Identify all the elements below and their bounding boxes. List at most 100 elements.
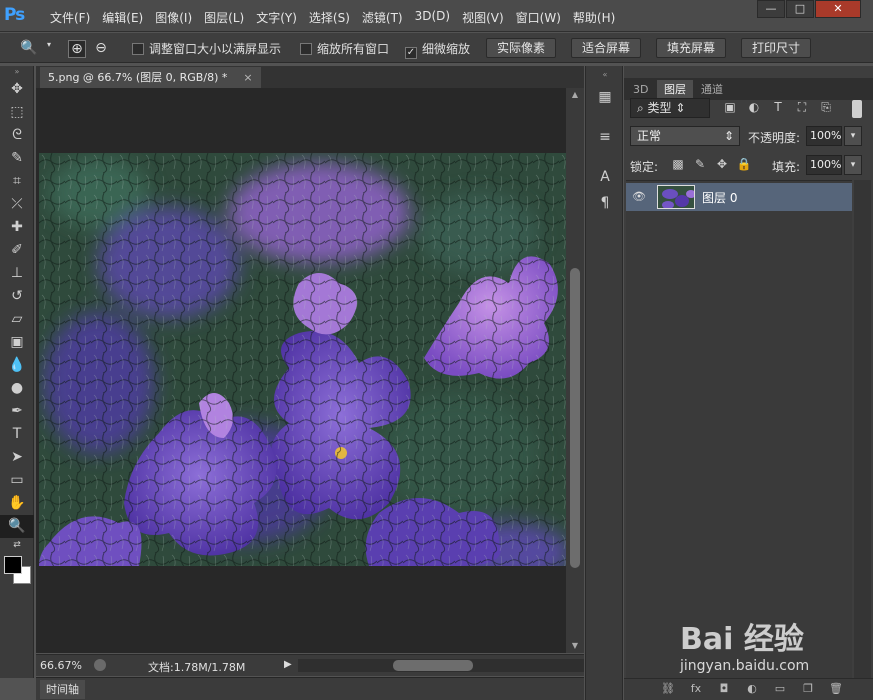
crop-tool-icon[interactable]: ⌗ <box>0 170 34 193</box>
dock-collapse-icon[interactable]: « <box>586 66 624 84</box>
menu-view[interactable]: 视图(V) <box>456 9 510 26</box>
lock-image-icon[interactable]: ✎ <box>692 157 708 173</box>
horizontal-scrollbar[interactable] <box>298 659 584 672</box>
timeline-tab[interactable]: 时间轴 <box>40 680 85 699</box>
shape-tool-icon[interactable]: ▭ <box>0 469 34 492</box>
filter-adjustment-icon[interactable]: ◐ <box>746 100 762 116</box>
menu-3d[interactable]: 3D(D) <box>409 9 456 26</box>
menu-window[interactable]: 窗口(W) <box>510 9 567 26</box>
pen-tool-icon[interactable]: ✒ <box>0 400 34 423</box>
clone-stamp-tool-icon[interactable]: ⊥ <box>0 262 34 285</box>
status-menu-icon[interactable] <box>94 659 106 671</box>
zoom-all-option[interactable]: 缩放所有窗口 <box>300 40 389 57</box>
zoom-level[interactable]: 66.67% <box>40 659 82 672</box>
visibility-eye-icon[interactable]: 👁 <box>632 190 646 204</box>
actual-pixels-button[interactable]: 实际像素 <box>486 38 557 58</box>
document-image[interactable] <box>39 153 567 566</box>
properties-panel-icon[interactable]: ≡ <box>586 124 624 150</box>
menu-file[interactable]: 文件(F) <box>44 9 96 26</box>
zoom-tool-active-icon[interactable]: 🔍 <box>0 515 34 538</box>
tool-preset-chevron-icon[interactable]: ▾ <box>40 40 58 58</box>
resize-windows-checkbox[interactable] <box>132 43 144 55</box>
eraser-tool-icon[interactable]: ▱ <box>0 308 34 331</box>
zoom-in-icon[interactable]: ⊕ <box>68 40 86 58</box>
paragraph-panel-icon[interactable]: ¶ <box>586 190 624 216</box>
opacity-input[interactable]: 100% <box>806 126 842 146</box>
layer-kind-label: 类型 <box>647 101 672 115</box>
layer-name[interactable]: 图层 0 <box>702 189 737 206</box>
vertical-scroll-thumb[interactable] <box>570 268 580 568</box>
filter-smart-object-icon[interactable]: ⎘ <box>818 100 834 116</box>
menu-filter[interactable]: 滤镜(T) <box>356 9 409 26</box>
hand-tool-icon[interactable]: ✋ <box>0 492 34 515</box>
menu-select[interactable]: 选择(S) <box>303 9 356 26</box>
resize-windows-option[interactable]: 调整窗口大小以满屏显示 <box>132 40 281 57</box>
fill-input[interactable]: 100% <box>806 155 842 175</box>
lasso-tool-icon[interactable]: ᘓ <box>0 124 34 147</box>
menu-layer[interactable]: 图层(L) <box>198 9 250 26</box>
horizontal-scroll-thumb[interactable] <box>393 660 473 671</box>
panel-tabs: 3D 图层 通道 <box>624 78 873 100</box>
swap-colors-icon[interactable]: ⇄ <box>0 538 34 552</box>
filter-shape-icon[interactable]: ⛶ <box>794 100 810 116</box>
blur-tool-icon[interactable]: 💧 <box>0 354 34 377</box>
maximize-button[interactable]: □ <box>786 0 814 18</box>
history-panel-icon[interactable]: ▦ <box>586 84 624 110</box>
scrubby-zoom-checkbox[interactable]: ✓ <box>405 47 417 59</box>
menu-edit[interactable]: 编辑(E) <box>96 9 149 26</box>
fill-label: 填充: <box>772 160 801 174</box>
zoom-tool-icon[interactable]: 🔍 <box>20 40 38 58</box>
menu-help[interactable]: 帮助(H) <box>567 9 621 26</box>
marquee-tool-icon[interactable]: ⬚ <box>0 101 34 124</box>
tab-3d[interactable]: 3D <box>626 80 655 100</box>
lock-label: 锁定: <box>630 160 659 174</box>
move-tool-icon[interactable]: ✥ <box>0 78 34 101</box>
zoom-all-checkbox[interactable] <box>300 43 312 55</box>
watermark-url: jingyan.baidu.com <box>680 658 810 674</box>
lock-position-icon[interactable]: ✥ <box>714 157 730 173</box>
filter-type-icon[interactable]: T <box>770 100 786 116</box>
scroll-down-icon[interactable]: ▼ <box>570 641 580 650</box>
type-tool-icon[interactable]: T <box>0 423 34 446</box>
menu-type[interactable]: 文字(Y) <box>250 9 303 26</box>
eyedropper-tool-icon[interactable]: ⤫ <box>0 193 34 216</box>
quick-select-tool-icon[interactable]: ✎ <box>0 147 34 170</box>
dodge-tool-icon[interactable]: ● <box>0 377 34 400</box>
close-button[interactable]: ✕ <box>815 0 861 18</box>
character-panel-icon[interactable]: A <box>586 164 624 190</box>
tab-layers[interactable]: 图层 <box>657 80 693 100</box>
filter-toggle-icon[interactable] <box>852 100 862 118</box>
history-brush-tool-icon[interactable]: ↺ <box>0 285 34 308</box>
scroll-up-icon[interactable]: ▲ <box>570 90 580 99</box>
filter-pixel-icon[interactable]: ▣ <box>722 100 738 116</box>
lock-transparent-icon[interactable]: ▩ <box>670 157 686 173</box>
path-selection-tool-icon[interactable]: ➤ <box>0 446 34 469</box>
layer-filter-row: ⌕ 类型 ⇕ ▣ ◐ T ⛶ ⎘ <box>630 98 868 120</box>
link-layers-icon[interactable]: ⛓ <box>660 682 676 698</box>
toolbar-collapse-icon[interactable]: » <box>0 66 34 78</box>
vertical-scrollbar[interactable]: ▲ ▼ <box>566 88 584 653</box>
zoom-out-icon[interactable]: ⊖ <box>92 40 110 58</box>
brush-tool-icon[interactable]: ✐ <box>0 239 34 262</box>
healing-brush-tool-icon[interactable]: ✚ <box>0 216 34 239</box>
blend-mode-select[interactable]: 正常 ⇕ <box>630 126 740 146</box>
print-size-button[interactable]: 打印尺寸 <box>741 38 812 58</box>
menu-image[interactable]: 图像(I) <box>149 9 198 26</box>
layer-row[interactable]: 👁 图层 0 <box>626 183 852 211</box>
lock-all-icon[interactable]: 🔒 <box>736 157 752 173</box>
tab-channels[interactable]: 通道 <box>694 80 730 100</box>
close-tab-icon[interactable]: × <box>243 71 252 84</box>
fill-screen-button[interactable]: 填充屏幕 <box>656 38 727 58</box>
fill-dropdown-icon[interactable]: ▾ <box>844 155 862 175</box>
gradient-tool-icon[interactable]: ▣ <box>0 331 34 354</box>
foreground-color-swatch[interactable] <box>4 556 22 574</box>
lock-row: 锁定: ▩ ✎ ✥ 🔒 填充: 100% ▾ <box>630 155 868 177</box>
layer-kind-select[interactable]: ⌕ 类型 ⇕ <box>630 98 710 118</box>
minimize-button[interactable]: — <box>757 0 785 18</box>
scrubby-zoom-option[interactable]: ✓ 细微缩放 <box>405 40 470 59</box>
menu-bar: Ps 文件(F) 编辑(E) 图像(I) 图层(L) 文字(Y) 选择(S) 滤… <box>0 0 873 32</box>
document-tab[interactable]: 5.png @ 66.7% (图层 0, RGB/8) * × <box>40 67 261 88</box>
fit-screen-button[interactable]: 适合屏幕 <box>571 38 642 58</box>
opacity-dropdown-icon[interactable]: ▾ <box>844 126 862 146</box>
status-arrow-icon[interactable]: ▶ <box>284 659 292 670</box>
